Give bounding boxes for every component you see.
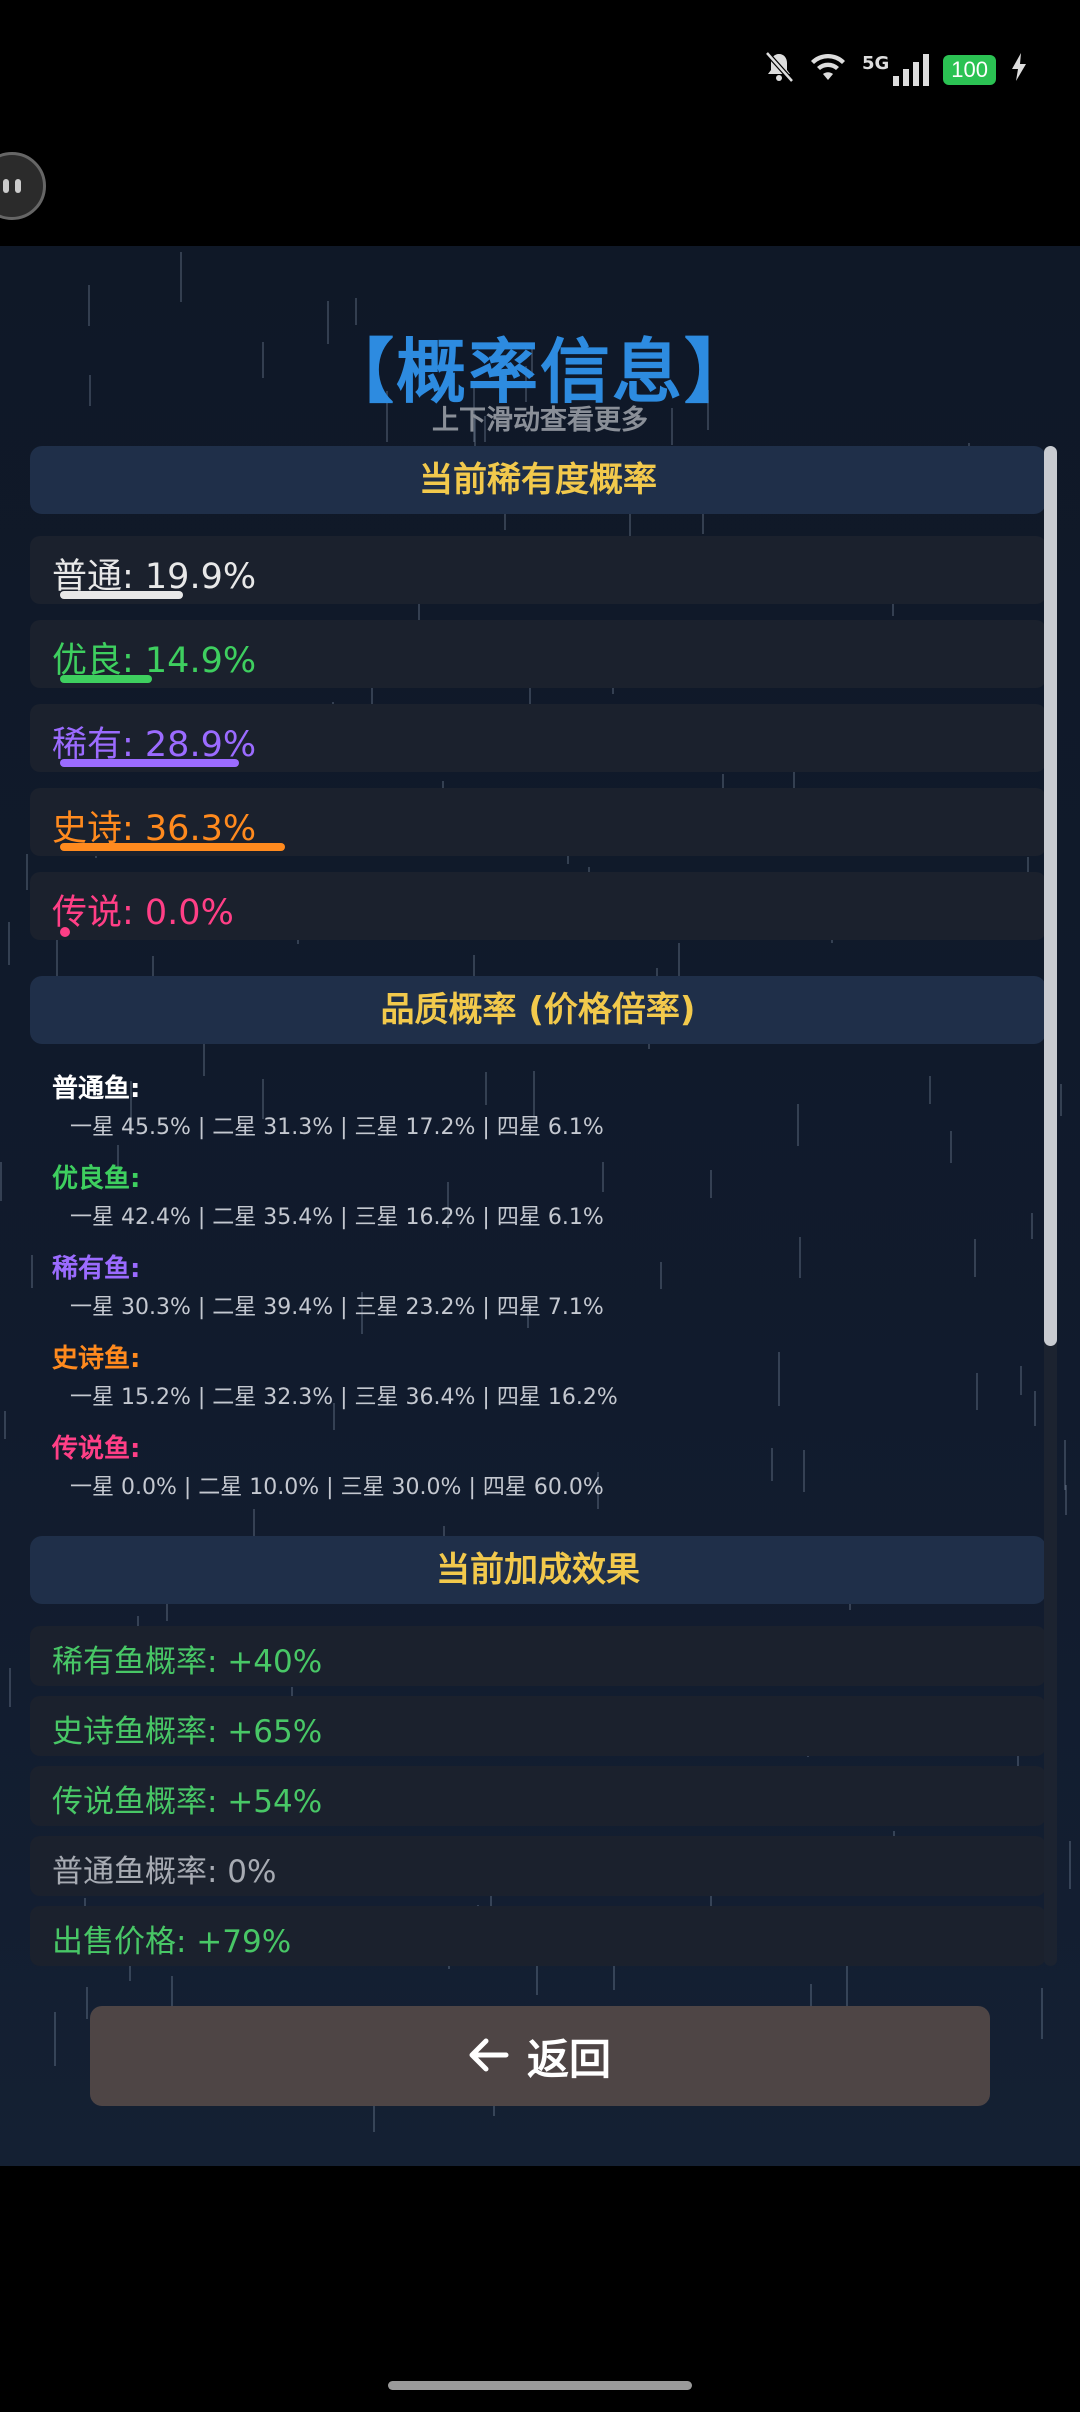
bonus-row: 稀有鱼概率: +40% — [30, 1626, 1046, 1686]
mute-bell-icon — [764, 51, 794, 89]
quality-star-rates: 一星 15.2% | 二星 32.3% | 三星 36.4% | 四星 16.2… — [70, 1385, 618, 1410]
charging-icon — [1010, 52, 1028, 88]
bonus-label: 普通鱼概率: 0% — [52, 1854, 277, 1890]
rain-streak — [4, 1411, 6, 1439]
quality-star-rates: 一星 45.5% | 二星 31.3% | 三星 17.2% | 四星 6.1% — [70, 1115, 604, 1140]
rain-streak — [846, 1966, 848, 2007]
status-icons: 5G 100 — [764, 48, 1028, 92]
bonus-label: 传说鱼概率: +54% — [52, 1784, 323, 1820]
rarity-section-header: 当前稀有度概率 — [30, 446, 1046, 514]
floating-assistant-ball[interactable] — [0, 152, 46, 220]
quality-fish-name: 优良鱼: — [52, 1164, 141, 1194]
rarity-progress-bar — [60, 927, 70, 937]
rain-streak — [1064, 1440, 1066, 1490]
quality-star-rates: 一星 30.3% | 二星 39.4% | 三星 23.2% | 四星 7.1% — [70, 1295, 604, 1320]
arrow-left-icon — [469, 2029, 509, 2083]
back-button-label: 返回 — [526, 2034, 611, 2084]
rain-streak — [1065, 1485, 1067, 1515]
probability-screen: 【概率信息】 上下滑动查看更多 当前稀有度概率 普通: 19.9% 优良: 14… — [0, 246, 1080, 2166]
rain-streak — [1069, 1841, 1071, 1889]
gesture-nav-handle[interactable] — [388, 2381, 692, 2390]
signal-icon — [893, 54, 930, 86]
bonus-row: 史诗鱼概率: +65% — [30, 1696, 1046, 1756]
rain-streak — [0, 1162, 2, 1201]
bonus-row: 普通鱼概率: 0% — [30, 1836, 1046, 1896]
scrollbar-thumb[interactable] — [1044, 446, 1057, 1346]
rarity-row-legendary: 传说: 0.0% — [30, 872, 1046, 940]
rarity-row-rare: 稀有: 28.9% — [30, 704, 1046, 772]
rain-streak — [180, 252, 182, 302]
rain-streak — [1060, 1084, 1062, 1116]
rain-streak — [613, 1964, 615, 1990]
rarity-row-common: 普通: 19.9% — [30, 536, 1046, 604]
rarity-progress-bar — [60, 843, 285, 851]
bonus-row: 传说鱼概率: +54% — [30, 1766, 1046, 1826]
rarity-row-epic: 史诗: 36.3% — [30, 788, 1046, 856]
quality-fish-name: 普通鱼: — [52, 1074, 141, 1104]
rarity-row-good: 优良: 14.9% — [30, 620, 1046, 688]
status-bar: 5G 100 — [0, 0, 1080, 140]
quality-section-header: 品质概率 (价格倍率) — [30, 976, 1046, 1044]
scroll-hint: 上下滑动查看更多 — [432, 405, 648, 436]
rain-streak — [1041, 1988, 1043, 2039]
rarity-progress-bar — [60, 591, 183, 599]
rain-streak — [9, 1668, 11, 1707]
probability-scroll-panel[interactable]: 当前稀有度概率 普通: 19.9% 优良: 14.9% 稀有: 28.9% 史诗… — [30, 446, 1046, 1966]
bonus-label: 史诗鱼概率: +65% — [52, 1714, 323, 1750]
bonus-section-header: 当前加成效果 — [30, 1536, 1046, 1604]
rarity-label: 传说: 0.0% — [52, 893, 234, 933]
rain-streak — [86, 1987, 88, 2019]
bonus-label: 出售价格: +79% — [52, 1924, 292, 1960]
rarity-progress-bar — [60, 759, 239, 767]
quality-star-rates: 一星 0.0% | 二星 10.0% | 三星 30.0% | 四星 60.0% — [70, 1475, 604, 1500]
quality-star-rates: 一星 42.4% | 二星 35.4% | 三星 16.2% | 四星 6.1% — [70, 1205, 604, 1230]
quality-fish-name: 稀有鱼: — [52, 1254, 141, 1284]
quality-fish-name: 史诗鱼: — [52, 1344, 141, 1374]
rain-streak — [8, 922, 10, 965]
wifi-icon — [808, 52, 848, 88]
quality-fish-name: 传说鱼: — [52, 1434, 141, 1464]
back-button[interactable]: 返回 — [90, 2006, 990, 2106]
network-type: 5G — [861, 52, 890, 74]
rarity-progress-bar — [60, 675, 152, 683]
battery-indicator: 100 — [943, 55, 996, 85]
rain-streak — [26, 854, 28, 890]
bonus-row: 出售价格: +79% — [30, 1906, 1046, 1966]
bonus-label: 稀有鱼概率: +40% — [52, 1644, 323, 1680]
rain-streak — [54, 2012, 56, 2066]
